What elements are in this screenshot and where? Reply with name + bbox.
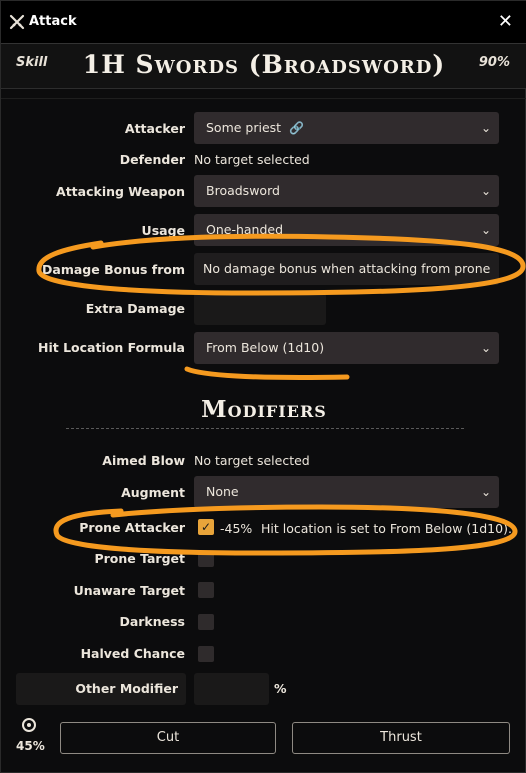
unaware-target-label: Unaware Target: [73, 583, 185, 598]
title-bar[interactable]: Attack ✕: [1, 1, 526, 44]
hit-location-label: Hit Location Formula: [38, 340, 185, 355]
aimed-blow-label: Aimed Blow: [102, 453, 185, 468]
hit-location-value: From Below (1d10): [206, 340, 325, 355]
attacker-value: Some priest: [206, 120, 282, 135]
thrust-button[interactable]: Thrust: [292, 722, 510, 754]
modifiers-divider: [66, 428, 464, 429]
damage-bonus-label: Damage Bonus from: [42, 262, 185, 277]
cut-button[interactable]: Cut: [60, 722, 276, 754]
usage-label: Usage: [141, 223, 185, 238]
usage-value: One-handed: [206, 222, 284, 237]
chance-value: 45%: [16, 739, 45, 753]
prone-target-checkbox[interactable]: [198, 551, 214, 567]
chevron-down-icon: ⌄: [480, 485, 491, 499]
other-modifier-unit: %: [274, 681, 287, 696]
close-icon[interactable]: ✕: [498, 11, 513, 32]
weapon-label: Attacking Weapon: [56, 184, 185, 199]
prone-attacker-checkbox[interactable]: ✓: [198, 519, 214, 535]
header-divider: [1, 98, 526, 99]
hit-location-select[interactable]: From Below (1d10) ⌄: [194, 332, 499, 364]
damage-bonus-value: No damage bonus when attacking from pron…: [203, 261, 491, 276]
chevron-down-icon: ⌄: [480, 223, 491, 237]
attack-dialog: Attack ✕ Skill 1H Swords (Broadsword) 90…: [0, 0, 526, 773]
extra-damage-input[interactable]: [194, 293, 326, 325]
link-icon: 🔗: [289, 121, 305, 135]
halved-chance-checkbox[interactable]: [198, 646, 214, 662]
darkness-checkbox[interactable]: [198, 614, 214, 630]
crossed-swords-icon: [9, 14, 25, 30]
aimed-blow-value: No target selected: [194, 453, 310, 468]
defender-label: Defender: [119, 152, 185, 167]
prone-attacker-label: Prone Attacker: [79, 520, 185, 535]
extra-damage-label: Extra Damage: [85, 301, 185, 316]
prone-attacker-note: Hit location is set to From Below (1d10)…: [261, 521, 512, 536]
augment-select[interactable]: None ⌄: [194, 476, 499, 508]
usage-select[interactable]: One-handed ⌄: [194, 214, 499, 246]
skill-header: Skill 1H Swords (Broadsword) 90%: [1, 44, 526, 89]
unaware-target-checkbox[interactable]: [198, 582, 214, 598]
window-title: Attack: [29, 14, 77, 29]
other-modifier-input[interactable]: [194, 673, 269, 705]
skill-percent: 90%: [478, 55, 510, 70]
damage-bonus-field: No damage bonus when attacking from pron…: [194, 253, 499, 285]
chevron-down-icon: ⌄: [480, 121, 491, 135]
defender-value: No target selected: [194, 152, 310, 167]
darkness-label: Darkness: [119, 614, 185, 629]
prone-attacker-modifier: -45%: [220, 521, 253, 536]
augment-value: None: [206, 484, 239, 499]
weapon-value: Broadsword: [206, 183, 280, 198]
chevron-down-icon: ⌄: [480, 184, 491, 198]
halved-chance-label: Halved Chance: [80, 646, 185, 661]
attacker-label: Attacker: [124, 121, 185, 136]
weapon-select[interactable]: Broadsword ⌄: [194, 175, 499, 207]
attacker-select[interactable]: Some priest 🔗 ⌄: [194, 112, 499, 144]
target-icon: [22, 718, 36, 732]
other-modifier-box: Other Modifier: [16, 673, 186, 705]
prone-target-label: Prone Target: [94, 551, 185, 566]
augment-label: Augment: [121, 485, 185, 500]
chevron-down-icon: ⌄: [480, 341, 491, 355]
other-modifier-label: Other Modifier: [75, 681, 178, 696]
modifiers-title: Modifiers: [201, 396, 327, 423]
skill-title: 1H Swords (Broadsword): [82, 50, 446, 79]
